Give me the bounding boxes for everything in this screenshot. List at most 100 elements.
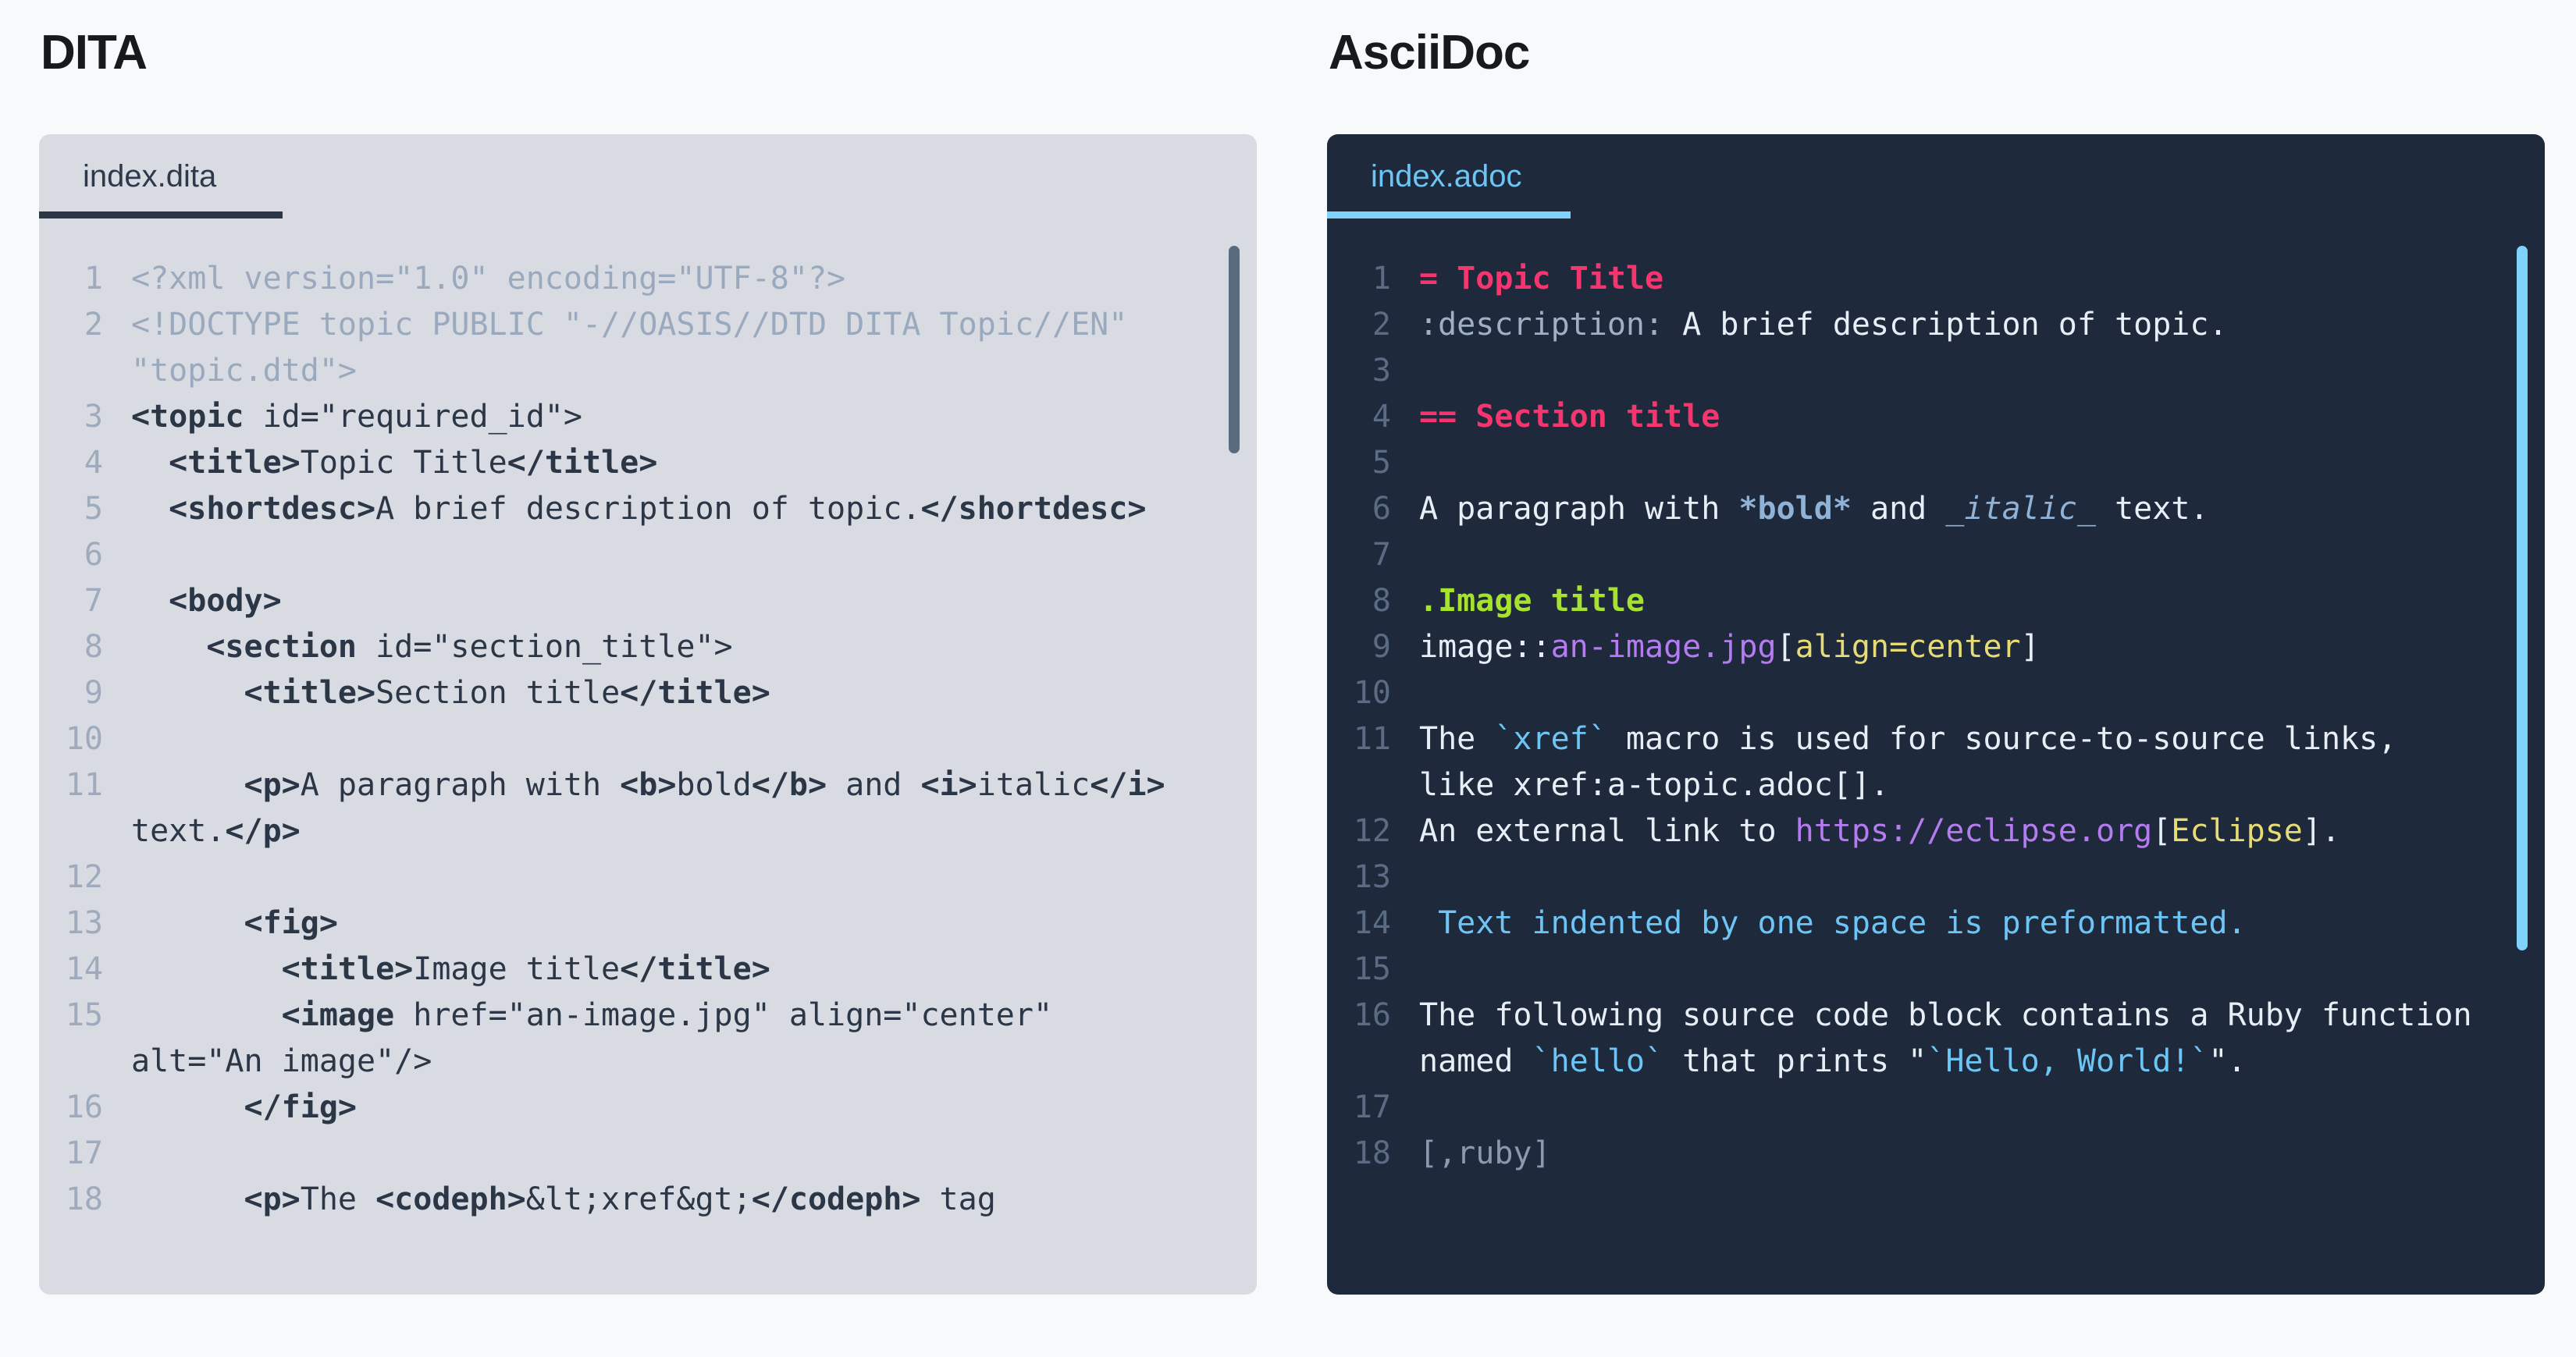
code-panel-asciidoc: index.adoc 1 = Topic Title 2:description: … (1327, 134, 2545, 1295)
line-number: 9 (1372, 629, 1391, 665)
column-dita: DITA index.dita 1 <?xml version="1.0" enc… (0, 0, 1288, 1357)
code-line: 3 <topic id="required_id"> (39, 394, 1257, 440)
line-number: 14 (65, 951, 103, 987)
code-token: and (1851, 491, 1946, 527)
code-line: 14 <title>Image title</title> (39, 947, 1257, 993)
line-source: image::an-image.jpg[align=center] (1419, 624, 2545, 670)
tab-index-adoc[interactable]: index.adoc (1327, 134, 1565, 218)
line-number: 9 (84, 675, 103, 711)
code-token: ". (2208, 1043, 2247, 1079)
line-source: :description: A brief description of top… (1419, 302, 2545, 348)
page-title-asciidoc: AsciiDoc (1329, 26, 1530, 80)
code-token: ] (2020, 629, 2040, 665)
code-token: <p> (244, 1181, 301, 1217)
line-number: 6 (84, 537, 103, 573)
code-line: 18 [,ruby] (1327, 1131, 2545, 1177)
line-number: 16 (1353, 997, 1391, 1033)
code-line: 4 <title>Topic Title</title> (39, 440, 1257, 486)
code-line: 5 (1327, 440, 2545, 486)
code-listing-asciidoc: 1 = Topic Title 2:description: A brief des… (1327, 218, 2545, 1177)
code-line: 10 (39, 716, 1257, 762)
line-number: 17 (65, 1135, 103, 1171)
code-token: = Topic Title (1419, 261, 1664, 297)
line-number: 18 (1353, 1135, 1391, 1171)
code-line: 12 An external link to https://eclipse.or… (1327, 808, 2545, 854)
line-number: 3 (84, 399, 103, 435)
code-line: 3 (1327, 348, 2545, 394)
code-token: The (300, 1181, 376, 1217)
code-token: https://eclipse.org (1795, 813, 2153, 849)
line-number: 10 (1353, 675, 1391, 711)
line-source: <p>A paragraph with <b>bold</b> and <i>i… (131, 762, 1257, 854)
code-line: 10 (1327, 670, 2545, 716)
code-token: </shortdesc> (920, 491, 1147, 527)
code-line: 2 <!DOCTYPE topic PUBLIC "-//OASIS//DTD D… (39, 302, 1257, 394)
code-token: *bold* (1738, 491, 1852, 527)
code-panel-dita: index.dita 1 <?xml version="1.0" encoding… (39, 134, 1257, 1295)
line-source: <shortdesc>A brief description of topic.… (131, 486, 1257, 532)
code-token: and (827, 767, 921, 803)
tab-active-underline (1327, 211, 1571, 218)
line-source: A paragraph with *bold* and _italic_ tex… (1419, 486, 2545, 532)
line-source: [,ruby] (1419, 1131, 2545, 1177)
scrollbar-thumb[interactable] (1229, 246, 1240, 453)
scrollbar-dita[interactable] (1229, 236, 1240, 1271)
code-token: <!DOCTYPE topic PUBLIC "-//OASIS//DTD DI… (131, 307, 1147, 389)
code-token: bold (676, 767, 752, 803)
scrollbar-thumb[interactable] (2517, 246, 2528, 950)
line-number: 17 (1353, 1089, 1391, 1125)
tab-index-dita[interactable]: index.dita (39, 134, 260, 218)
page-title-dita: DITA (41, 26, 148, 80)
tabbar-asciidoc: index.adoc (1327, 134, 2545, 218)
code-line: 13 (1327, 854, 2545, 901)
code-token: `xref` (1494, 721, 1607, 757)
code-line: 16 The following source code block contai… (1327, 993, 2545, 1085)
code-token: Section title (375, 675, 621, 711)
tab-active-underline (39, 211, 283, 218)
code-token: <title> (169, 445, 301, 481)
code-token: `Hello, World!` (1927, 1043, 2209, 1079)
line-number: 18 (65, 1181, 103, 1217)
code-token: The (1419, 721, 1495, 757)
code-token: <title> (281, 951, 414, 987)
line-source: An external link to https://eclipse.org[… (1419, 808, 2545, 854)
line-number: 10 (65, 721, 103, 757)
code-token: id="section_title"> (375, 629, 733, 665)
code-token: .Image title (1419, 583, 1645, 619)
code-token: <?xml version="1.0" encoding="UTF-8"?> (131, 261, 846, 297)
code-line: 15 (1327, 947, 2545, 993)
code-token: <shortdesc> (169, 491, 376, 527)
code-listing-dita: 1 <?xml version="1.0" encoding="UTF-8"?> 2… (39, 218, 1257, 1223)
tab-label: index.dita (83, 159, 217, 194)
line-source: <title>Topic Title</title> (131, 440, 1257, 486)
line-number: 11 (65, 767, 103, 803)
code-token: <codeph> (375, 1181, 526, 1217)
line-source: </fig> (131, 1085, 1257, 1131)
code-line: 8 <section id="section_title"> (39, 624, 1257, 670)
code-line: 11 <p>A paragraph with <b>bold</b> and <… (39, 762, 1257, 854)
code-token: _italic_ (1945, 491, 2096, 527)
code-token: :description: (1419, 307, 1664, 343)
line-number: 6 (1372, 491, 1391, 527)
line-source: <p>The <codeph>&lt;xref&gt;</codeph> tag (131, 1177, 1257, 1223)
code-line: 13 <fig> (39, 901, 1257, 947)
tabbar-dita: index.dita (39, 134, 1257, 218)
code-token: <b> (620, 767, 677, 803)
code-line: 4 == Section title (1327, 394, 2545, 440)
line-source: <?xml version="1.0" encoding="UTF-8"?> (131, 256, 1257, 302)
line-number: 4 (84, 445, 103, 481)
code-line: 12 (39, 854, 1257, 901)
line-source: <section id="section_title"> (131, 624, 1257, 670)
scrollbar-asciidoc[interactable] (2517, 236, 2528, 1271)
code-line: 16 </fig> (39, 1085, 1257, 1131)
code-line: 1 <?xml version="1.0" encoding="UTF-8"?> (39, 256, 1257, 302)
code-token: `hello` (1532, 1043, 1664, 1079)
code-token: Image title (413, 951, 621, 987)
code-token: </codeph> (751, 1181, 921, 1217)
code-token: An external link to (1419, 813, 1795, 849)
code-token: image:: (1419, 629, 1551, 665)
code-token: align=center (1795, 629, 2021, 665)
code-token: [ (1776, 629, 1795, 665)
